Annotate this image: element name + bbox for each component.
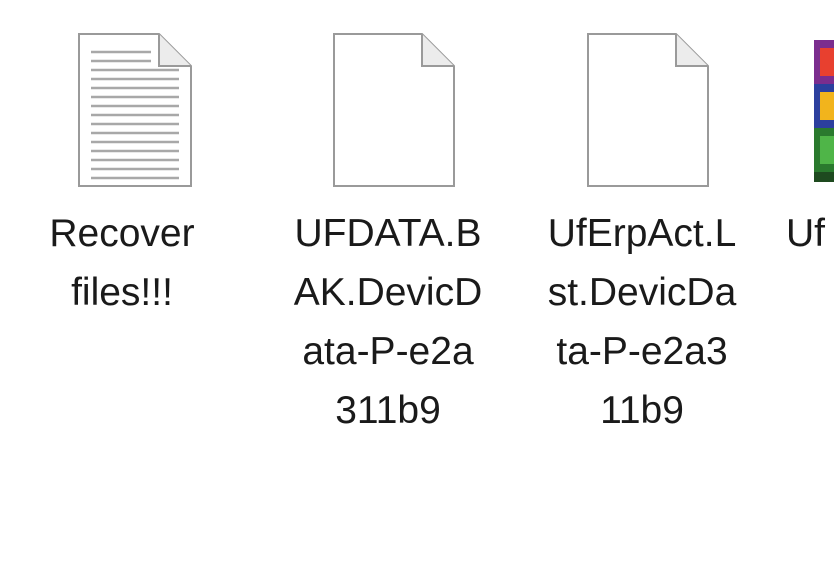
winrar-archive-icon: [814, 40, 834, 182]
blank-document-icon: [587, 33, 709, 187]
file-name-label: UfErpAct.L st.DevicDa ta-P-e2a3 11b9: [547, 212, 737, 432]
file-name-label: Uf: [786, 212, 825, 255]
file-item-ufdata-bak[interactable]: UFDATA.B AK.DevicD ata-P-e2a 311b9: [278, 0, 498, 460]
file-item-uferpact[interactable]: UfErpAct.L st.DevicDa ta-P-e2a3 11b9: [532, 0, 752, 460]
file-item-recover-files[interactable]: Recover files!!!: [12, 0, 232, 460]
file-name-label: Recover files!!!: [49, 212, 195, 314]
blank-document-icon: [333, 33, 455, 187]
file-name-label: UFDATA.B AK.DevicD ata-P-e2a 311b9: [293, 212, 483, 432]
file-item-uf-archive[interactable]: Uf: [786, 0, 834, 460]
text-document-icon: [78, 33, 192, 187]
